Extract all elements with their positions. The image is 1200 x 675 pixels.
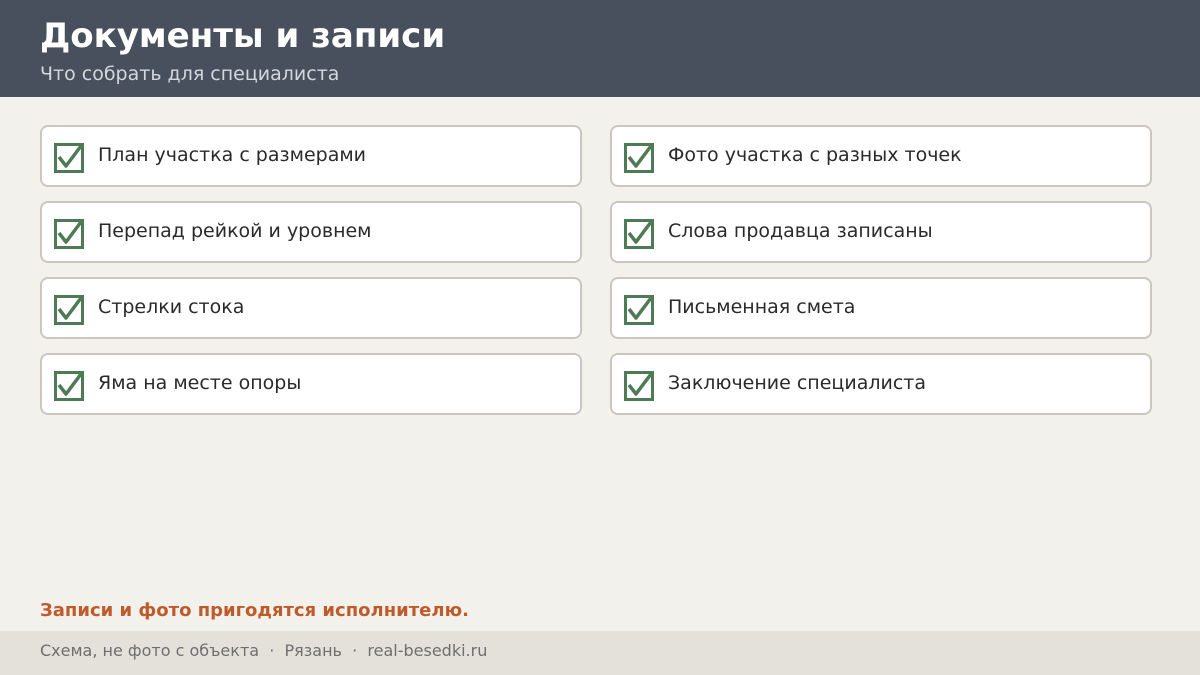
checked-checkbox-icon[interactable]: [54, 295, 84, 325]
checked-checkbox-icon[interactable]: [54, 371, 84, 401]
checklist-item-label: Заключение специалиста: [668, 372, 926, 394]
checklist-item: Слова продавца записаны: [610, 201, 1152, 263]
checklist-item: План участка с размерами: [40, 125, 582, 187]
checked-checkbox-icon[interactable]: [624, 143, 654, 173]
checked-checkbox-icon[interactable]: [624, 219, 654, 249]
highlight-note: Записи и фото пригодятся исполнителю.: [40, 600, 469, 621]
checklist-item: Перепад рейкой и уровнем: [40, 201, 582, 263]
checklist-item: Яма на месте опоры: [40, 353, 582, 415]
footer-text: Схема, не фото с объекта · Рязань · real…: [40, 641, 488, 660]
checked-checkbox-icon[interactable]: [624, 371, 654, 401]
checklist-item: Письменная смета: [610, 277, 1152, 339]
checklist-item-label: Письменная смета: [668, 296, 856, 318]
checklist-item: Заключение специалиста: [610, 353, 1152, 415]
checked-checkbox-icon[interactable]: [624, 295, 654, 325]
header-bar: Документы и записи Что собрать для специ…: [0, 0, 1200, 97]
checklist-item: Фото участка с разных точек: [610, 125, 1152, 187]
checklist-item-label: Стрелки стока: [98, 296, 245, 318]
checklist-item-label: План участка с размерами: [98, 144, 367, 166]
checked-checkbox-icon[interactable]: [54, 143, 84, 173]
footer-bar: Схема, не фото с объекта · Рязань · real…: [0, 631, 1200, 675]
checked-checkbox-icon[interactable]: [54, 219, 84, 249]
checklist-item: Стрелки стока: [40, 277, 582, 339]
checklist-item-label: Фото участка с разных точек: [668, 144, 962, 166]
checklist-item-label: Яма на месте опоры: [98, 372, 302, 394]
checklist-item-label: Перепад рейкой и уровнем: [98, 220, 372, 242]
page-title: Документы и записи: [40, 16, 446, 56]
page-subtitle: Что собрать для специалиста: [40, 63, 340, 85]
checklist-item-label: Слова продавца записаны: [668, 220, 933, 242]
